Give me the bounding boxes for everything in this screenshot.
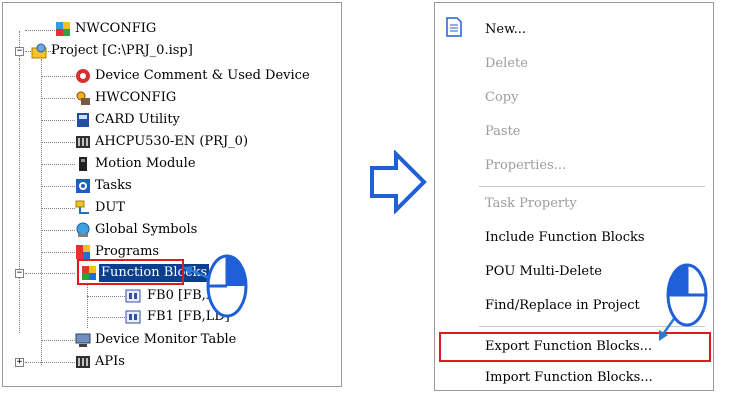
mouse-right-click-icon [183,254,248,318]
mouse-left-click-icon [659,263,708,341]
menu-item-import-function-blocks[interactable]: Import Function Blocks... [485,363,653,393]
tree-item-label: CARD Utility [95,112,180,127]
tree-item-hwconfig[interactable]: HWCONFIG [3,88,333,108]
programs-icon [76,245,90,259]
menu-item-include-function-blocks[interactable]: Include Function Blocks [485,223,645,253]
tree-item-apis[interactable]: APIs [3,352,333,372]
tree-item-project[interactable]: Project [C:\PRJ_0.isp] [3,41,333,61]
device-comment-icon [76,69,90,83]
tree-item-label: Project [C:\PRJ_0.isp] [51,43,193,58]
menu-item-new[interactable]: New... [485,15,526,45]
menu-item-copy[interactable]: Copy [485,83,518,113]
tree-item-card-utility[interactable]: CARD Utility [3,110,333,130]
tree-item-label: HWCONFIG [95,90,177,105]
menu-item-delete[interactable]: Delete [485,49,528,79]
tree-item-fb0[interactable]: FB0 [FB,LD] [3,286,333,306]
tree-item-label: Tasks [95,178,132,193]
tree-item-cpu[interactable]: AHCPU530-EN (PRJ_0) [3,132,333,152]
tree-item-label: DUT [95,200,126,215]
new-document-icon [446,17,462,37]
nwconfig-icon [56,22,70,36]
menu-item-paste[interactable]: Paste [485,117,521,147]
apis-icon [76,356,90,368]
tree-item-label: Global Symbols [95,222,198,237]
menu-item-properties[interactable]: Properties... [485,151,566,181]
menu-item-task-property[interactable]: Task Property [485,189,577,219]
tree-item-dut[interactable]: DUT [3,198,333,218]
hwconfig-icon [76,91,90,105]
card-utility-icon [77,113,89,127]
tree-item-global-symbols[interactable]: Global Symbols [3,220,333,240]
tree-item-motion-module[interactable]: Motion Module [3,154,333,174]
project-tree-panel: − − + NWCONFIG Project [C:\PRJ_0.isp] De… [2,2,342,387]
right-arrow-icon [370,150,427,214]
menu-item-find-replace[interactable]: Find/Replace in Project [485,291,640,321]
tasks-icon [76,179,90,193]
menu-separator [479,186,705,187]
fb-icon [125,310,141,324]
cpu-icon [76,136,90,148]
global-symbols-icon [76,222,90,237]
dut-icon [75,200,89,214]
device-monitor-icon [75,333,91,347]
tree-item-tasks[interactable]: Tasks [3,176,333,196]
tree-item-label: NWCONFIG [75,21,157,36]
tree-item-label: Motion Module [95,156,196,171]
tree-item-device-comment[interactable]: Device Comment & Used Device [3,66,343,86]
tree-item-fb1[interactable]: FB1 [FB,LD] [3,307,333,327]
tree-item-label: AHCPU530-EN (PRJ_0) [95,134,249,149]
tree-item-label: Device Comment & Used Device [95,68,310,83]
project-icon [31,43,47,59]
menu-item-pou-multi-delete[interactable]: POU Multi-Delete [485,257,602,287]
motion-module-icon [79,157,87,171]
context-menu: New... Delete Copy Paste Properties... T… [434,2,714,391]
tree-item-device-monitor-table[interactable]: Device Monitor Table [3,330,333,350]
tree-item-label: APIs [95,354,125,369]
function-blocks-highlight-box [77,259,184,285]
tree-item-nwconfig[interactable]: NWCONFIG [3,19,333,39]
tree-item-label: Device Monitor Table [95,332,237,347]
fb-icon [125,289,141,303]
